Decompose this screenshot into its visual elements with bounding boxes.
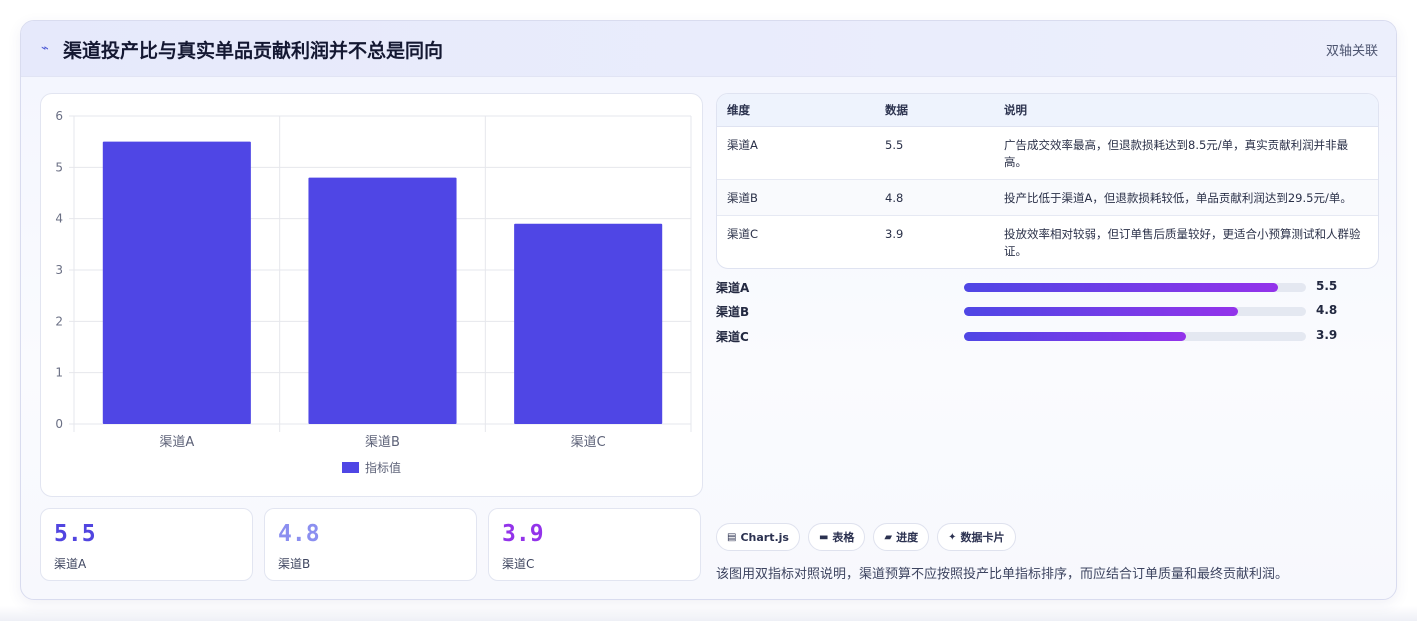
table-cell-description: 广告成交效率最高，但退款损耗达到8.5元/单，真实贡献利润并非最高。 — [994, 126, 1378, 180]
progress-row-b: 渠道B 4.8 — [716, 301, 1379, 321]
chip-progress[interactable]: ▰ 进度 — [873, 523, 930, 551]
progress-label: 渠道A — [716, 281, 750, 295]
dashboard-card: ⌁ 渠道投产比与真实单品贡献利润并不总是同向 双轴关联 0 1 2 3 4 5 6 渠道A 渠道… — [20, 20, 1397, 600]
table-cell-description: 投产比低于渠道A，但退款损耗较低，单品贡献利润达到29.5元/单。 — [994, 179, 1378, 216]
progress-track — [964, 332, 1306, 341]
stat-card-c: 3.9 渠道C — [488, 508, 701, 581]
bar — [514, 223, 663, 424]
feature-chips: ▤ Chart.js ▬ 表格 ▰ 进度 ✦ 数据卡片 — [716, 523, 1016, 551]
stat-value: 4.8 — [278, 521, 320, 547]
x-tick-label: 渠道B — [365, 435, 400, 450]
table-cell-description: 投放效率相对较弱，但订单售后质量较好，更适合小预算测试和人群验证。 — [1004, 226, 1361, 258]
table-cell-data: 3.9 — [885, 226, 904, 241]
table-icon: ▬ — [818, 531, 829, 543]
legend-swatch — [342, 462, 359, 473]
table-header-row: 维度 数据 说明 — [717, 94, 1378, 127]
chip-table[interactable]: ▬ 表格 — [807, 523, 866, 551]
progress-label: 渠道B — [716, 305, 750, 319]
bar-chart: 0 1 2 3 4 5 6 渠道A 渠道B 渠道C 指标值 — [55, 109, 692, 475]
stat-label: 渠道C — [502, 557, 535, 571]
chip-chartjs[interactable]: ▤ Chart.js — [716, 523, 800, 551]
sparkle-icon: ✦ — [948, 531, 957, 543]
table-cell-dimension: 渠道C — [727, 226, 759, 241]
table-row: 渠道B 4.8 投产比低于渠道A，但退款损耗较低，单品贡献利润达到29.5元/单… — [717, 179, 1378, 216]
table-header-data: 数据 — [875, 94, 994, 127]
y-tick-label: 1 — [55, 366, 63, 380]
table-cell-data: 5.5 — [875, 126, 994, 180]
chip-label: 进度 — [896, 531, 919, 544]
table-header-dimension: 维度 — [717, 94, 875, 127]
y-tick-label: 2 — [55, 314, 63, 328]
progress-track — [964, 307, 1306, 316]
progress-value: 4.8 — [1316, 303, 1338, 317]
table-row: 渠道C 3.9 投放效率相对较弱，但订单售后质量较好，更适合小预算测试和人群验证… — [717, 215, 1378, 268]
y-tick-label: 0 — [55, 417, 63, 431]
table-row: 渠道A 5.5 广告成交效率最高，但退款损耗达到8.5元/单，真实贡献利润并非最… — [717, 126, 1378, 180]
y-tick-label: 4 — [55, 212, 63, 226]
card-title: 渠道投产比与真实单品贡献利润并不总是同向 — [63, 40, 444, 62]
progress-value: 5.5 — [1316, 279, 1338, 293]
card-header: ⌁ 渠道投产比与真实单品贡献利润并不总是同向 双轴关联 — [21, 21, 1396, 77]
stat-value: 5.5 — [54, 521, 96, 547]
chip-label: 数据卡片 — [960, 531, 1005, 544]
page-bottom-shade — [0, 606, 1417, 621]
x-tick-label: 渠道A — [159, 435, 194, 450]
table-header-description: 说明 — [994, 94, 1378, 127]
trend-icon: ⌁ — [41, 41, 49, 56]
bar — [308, 177, 457, 424]
progress-value: 3.9 — [1316, 328, 1338, 342]
table-cell-dimension: 渠道A — [717, 126, 875, 180]
chip-label: Chart.js — [740, 530, 789, 544]
footnote: 该图用双指标对照说明，渠道预算不应按照投产比单指标排序，而应结合订单质量和最终贡… — [716, 567, 1289, 582]
y-tick-label: 3 — [55, 263, 63, 277]
dual-axis-tag: 双轴关联 — [1325, 44, 1378, 59]
stat-card-a: 5.5 渠道A — [40, 508, 253, 581]
stat-value: 3.9 — [502, 521, 544, 547]
chart-icon: ▤ — [727, 531, 737, 543]
progress-fill — [964, 332, 1187, 341]
stat-label: 渠道A — [54, 557, 87, 571]
progress-label: 渠道C — [716, 330, 749, 344]
chip-label: 表格 — [832, 531, 855, 544]
data-table: 维度 数据 说明 渠道A 5.5 广告成交效率最高，但退款损耗达到8.5元/单，… — [717, 94, 1378, 268]
progress-track — [964, 283, 1306, 292]
x-tick-label: 渠道C — [571, 435, 606, 450]
y-tick-label: 6 — [55, 109, 63, 123]
progress-row-c: 渠道C 3.9 — [716, 326, 1379, 346]
progress-fill — [964, 283, 1278, 292]
legend-label: 指标值 — [365, 460, 401, 475]
progress-fill — [964, 307, 1238, 316]
table-cell-dimension: 渠道B — [717, 179, 875, 216]
stat-label: 渠道B — [278, 557, 311, 571]
table-cell-data: 4.8 — [875, 179, 994, 216]
progress-icon: ▰ — [884, 531, 893, 543]
y-tick-label: 5 — [55, 160, 63, 174]
progress-row-a: 渠道A 5.5 — [716, 277, 1379, 297]
bar — [102, 141, 251, 424]
stat-card-b: 4.8 渠道B — [264, 508, 477, 581]
chip-data-card[interactable]: ✦ 数据卡片 — [937, 523, 1016, 551]
data-table-panel: 维度 数据 说明 渠道A 5.5 广告成交效率最高，但退款损耗达到8.5元/单，… — [716, 93, 1379, 269]
bar-chart-panel: 0 1 2 3 4 5 6 渠道A 渠道B 渠道C 指标值 — [40, 93, 703, 497]
